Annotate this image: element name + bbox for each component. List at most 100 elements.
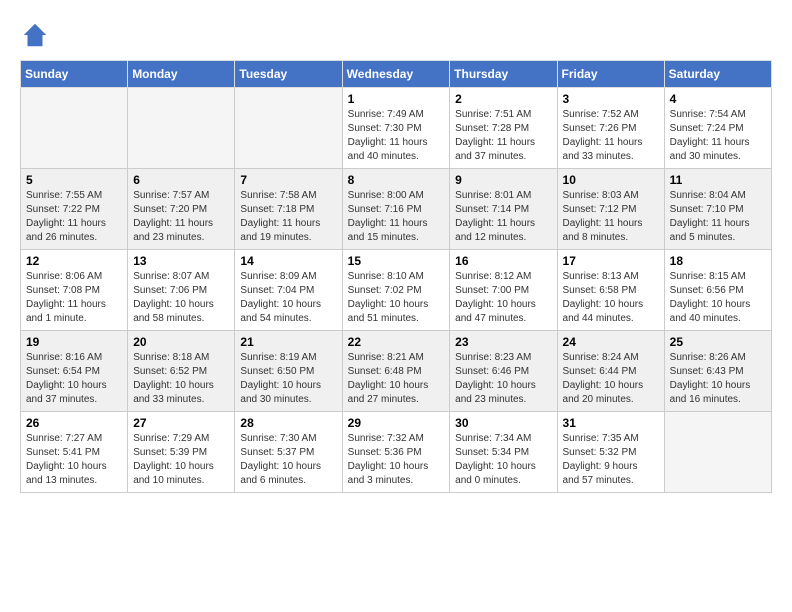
cell-content: Sunrise: 8:06 AM Sunset: 7:08 PM Dayligh… [26, 270, 122, 326]
calendar-week-row: 26 Sunrise: 7:27 AM Sunset: 5:41 PM Dayli… [21, 412, 772, 493]
calendar-cell: 9 Sunrise: 8:01 AM Sunset: 7:14 PM Daylig… [450, 169, 557, 250]
calendar-cell: 8Sunrise: 8:00 AM Sunset: 7:16 PM Daylig… [342, 169, 450, 250]
cell-content: Sunrise: 7:49 AM Sunset: 7:30 PM Dayligh… [348, 108, 445, 164]
cell-content: Sunrise: 7:52 AM Sunset: 7:26 PM Dayligh… [563, 108, 659, 164]
calendar-cell: 13Sunrise: 8:07 AM Sunset: 7:06 PM Dayli… [128, 250, 235, 331]
day-number: 30 [455, 416, 551, 430]
cell-content: Sunrise: 8:26 AM Sunset: 6:43 PM Dayligh… [670, 351, 766, 407]
cell-content: Sunrise: 8:03 AM Sunset: 7:12 PM Dayligh… [563, 189, 659, 245]
cell-content: Sunrise: 8:04 AM Sunset: 7:10 PM Dayligh… [670, 189, 766, 245]
cell-content: Sunrise: 8:07 AM Sunset: 7:06 PM Dayligh… [133, 270, 229, 326]
day-number: 25 [670, 335, 766, 349]
calendar-cell: 4 Sunrise: 7:54 AM Sunset: 7:24 PM Daylig… [664, 88, 771, 169]
day-number: 26 [26, 416, 122, 430]
day-number: 31 [563, 416, 659, 430]
day-number: 12 [26, 254, 122, 268]
day-number: 22 [348, 335, 445, 349]
calendar-header-monday: Monday [128, 61, 235, 88]
calendar-cell: 12 Sunrise: 8:06 AM Sunset: 7:08 PM Dayli… [21, 250, 128, 331]
cell-content: Sunrise: 8:19 AM Sunset: 6:50 PM Dayligh… [240, 351, 336, 407]
day-number: 10 [563, 173, 659, 187]
day-number: 11 [670, 173, 766, 187]
calendar-week-row: 5Sunrise: 7:55 AM Sunset: 7:22 PM Daylig… [21, 169, 772, 250]
cell-content: Sunrise: 7:58 AM Sunset: 7:18 PM Dayligh… [240, 189, 336, 245]
calendar-week-row: 19 Sunrise: 8:16 AM Sunset: 6:54 PM Dayli… [21, 331, 772, 412]
day-number: 23 [455, 335, 551, 349]
calendar-cell: 30 Sunrise: 7:34 AM Sunset: 5:34 PM Dayli… [450, 412, 557, 493]
cell-content: Sunrise: 7:30 AM Sunset: 5:37 PM Dayligh… [240, 432, 336, 488]
page-header [20, 20, 772, 50]
day-number: 18 [670, 254, 766, 268]
calendar-cell [664, 412, 771, 493]
cell-content: Sunrise: 7:27 AM Sunset: 5:41 PM Dayligh… [26, 432, 122, 488]
day-number: 2 [455, 92, 551, 106]
calendar-cell: 1 Sunrise: 7:49 AM Sunset: 7:30 PM Daylig… [342, 88, 450, 169]
cell-content: Sunrise: 8:18 AM Sunset: 6:52 PM Dayligh… [133, 351, 229, 407]
day-number: 3 [563, 92, 659, 106]
cell-content: Sunrise: 7:32 AM Sunset: 5:36 PM Dayligh… [348, 432, 445, 488]
day-number: 14 [240, 254, 336, 268]
day-number: 19 [26, 335, 122, 349]
cell-content: Sunrise: 8:21 AM Sunset: 6:48 PM Dayligh… [348, 351, 445, 407]
calendar-cell: 6 Sunrise: 7:57 AM Sunset: 7:20 PM Daylig… [128, 169, 235, 250]
calendar-cell: 2 Sunrise: 7:51 AM Sunset: 7:28 PM Daylig… [450, 88, 557, 169]
cell-content: Sunrise: 7:57 AM Sunset: 7:20 PM Dayligh… [133, 189, 229, 245]
calendar-cell: 19 Sunrise: 8:16 AM Sunset: 6:54 PM Dayli… [21, 331, 128, 412]
day-number: 6 [133, 173, 229, 187]
calendar-cell: 31Sunrise: 7:35 AM Sunset: 5:32 PM Dayli… [557, 412, 664, 493]
calendar-cell: 16 Sunrise: 8:12 AM Sunset: 7:00 PM Dayli… [450, 250, 557, 331]
calendar-cell [128, 88, 235, 169]
day-number: 9 [455, 173, 551, 187]
day-number: 27 [133, 416, 229, 430]
calendar-header-tuesday: Tuesday [235, 61, 342, 88]
calendar-header-row: SundayMondayTuesdayWednesdayThursdayFrid… [21, 61, 772, 88]
calendar-cell: 14 Sunrise: 8:09 AM Sunset: 7:04 PM Dayli… [235, 250, 342, 331]
calendar-cell: 23 Sunrise: 8:23 AM Sunset: 6:46 PM Dayli… [450, 331, 557, 412]
cell-content: Sunrise: 8:15 AM Sunset: 6:56 PM Dayligh… [670, 270, 766, 326]
day-number: 8 [348, 173, 445, 187]
day-number: 7 [240, 173, 336, 187]
cell-content: Sunrise: 8:23 AM Sunset: 6:46 PM Dayligh… [455, 351, 551, 407]
day-number: 28 [240, 416, 336, 430]
calendar-week-row: 1 Sunrise: 7:49 AM Sunset: 7:30 PM Daylig… [21, 88, 772, 169]
calendar-cell: 17 Sunrise: 8:13 AM Sunset: 6:58 PM Dayli… [557, 250, 664, 331]
day-number: 15 [348, 254, 445, 268]
calendar-cell: 3 Sunrise: 7:52 AM Sunset: 7:26 PM Daylig… [557, 88, 664, 169]
cell-content: Sunrise: 8:13 AM Sunset: 6:58 PM Dayligh… [563, 270, 659, 326]
cell-content: Sunrise: 8:09 AM Sunset: 7:04 PM Dayligh… [240, 270, 336, 326]
day-number: 5 [26, 173, 122, 187]
day-number: 21 [240, 335, 336, 349]
day-number: 29 [348, 416, 445, 430]
calendar-cell: 21 Sunrise: 8:19 AM Sunset: 6:50 PM Dayli… [235, 331, 342, 412]
calendar-cell: 11 Sunrise: 8:04 AM Sunset: 7:10 PM Dayli… [664, 169, 771, 250]
calendar-cell: 10 Sunrise: 8:03 AM Sunset: 7:12 PM Dayli… [557, 169, 664, 250]
calendar-cell: 7 Sunrise: 7:58 AM Sunset: 7:18 PM Daylig… [235, 169, 342, 250]
day-number: 17 [563, 254, 659, 268]
calendar-header-saturday: Saturday [664, 61, 771, 88]
day-number: 20 [133, 335, 229, 349]
calendar-header-wednesday: Wednesday [342, 61, 450, 88]
calendar-cell: 26 Sunrise: 7:27 AM Sunset: 5:41 PM Dayli… [21, 412, 128, 493]
cell-content: Sunrise: 7:29 AM Sunset: 5:39 PM Dayligh… [133, 432, 229, 488]
cell-content: Sunrise: 7:34 AM Sunset: 5:34 PM Dayligh… [455, 432, 551, 488]
calendar-cell: 29 Sunrise: 7:32 AM Sunset: 5:36 PM Dayli… [342, 412, 450, 493]
cell-content: Sunrise: 8:10 AM Sunset: 7:02 PM Dayligh… [348, 270, 445, 326]
day-number: 4 [670, 92, 766, 106]
calendar-cell [235, 88, 342, 169]
cell-content: Sunrise: 8:12 AM Sunset: 7:00 PM Dayligh… [455, 270, 551, 326]
calendar-cell: 25 Sunrise: 8:26 AM Sunset: 6:43 PM Dayli… [664, 331, 771, 412]
calendar-table: SundayMondayTuesdayWednesdayThursdayFrid… [20, 60, 772, 493]
calendar-cell [21, 88, 128, 169]
day-number: 1 [348, 92, 445, 106]
logo-icon [20, 20, 50, 50]
calendar-header-thursday: Thursday [450, 61, 557, 88]
day-number: 24 [563, 335, 659, 349]
logo [20, 20, 55, 50]
day-number: 16 [455, 254, 551, 268]
cell-content: Sunrise: 8:01 AM Sunset: 7:14 PM Dayligh… [455, 189, 551, 245]
calendar-cell: 18 Sunrise: 8:15 AM Sunset: 6:56 PM Dayli… [664, 250, 771, 331]
cell-content: Sunrise: 8:16 AM Sunset: 6:54 PM Dayligh… [26, 351, 122, 407]
cell-content: Sunrise: 7:54 AM Sunset: 7:24 PM Dayligh… [670, 108, 766, 164]
cell-content: Sunrise: 7:51 AM Sunset: 7:28 PM Dayligh… [455, 108, 551, 164]
calendar-header-sunday: Sunday [21, 61, 128, 88]
